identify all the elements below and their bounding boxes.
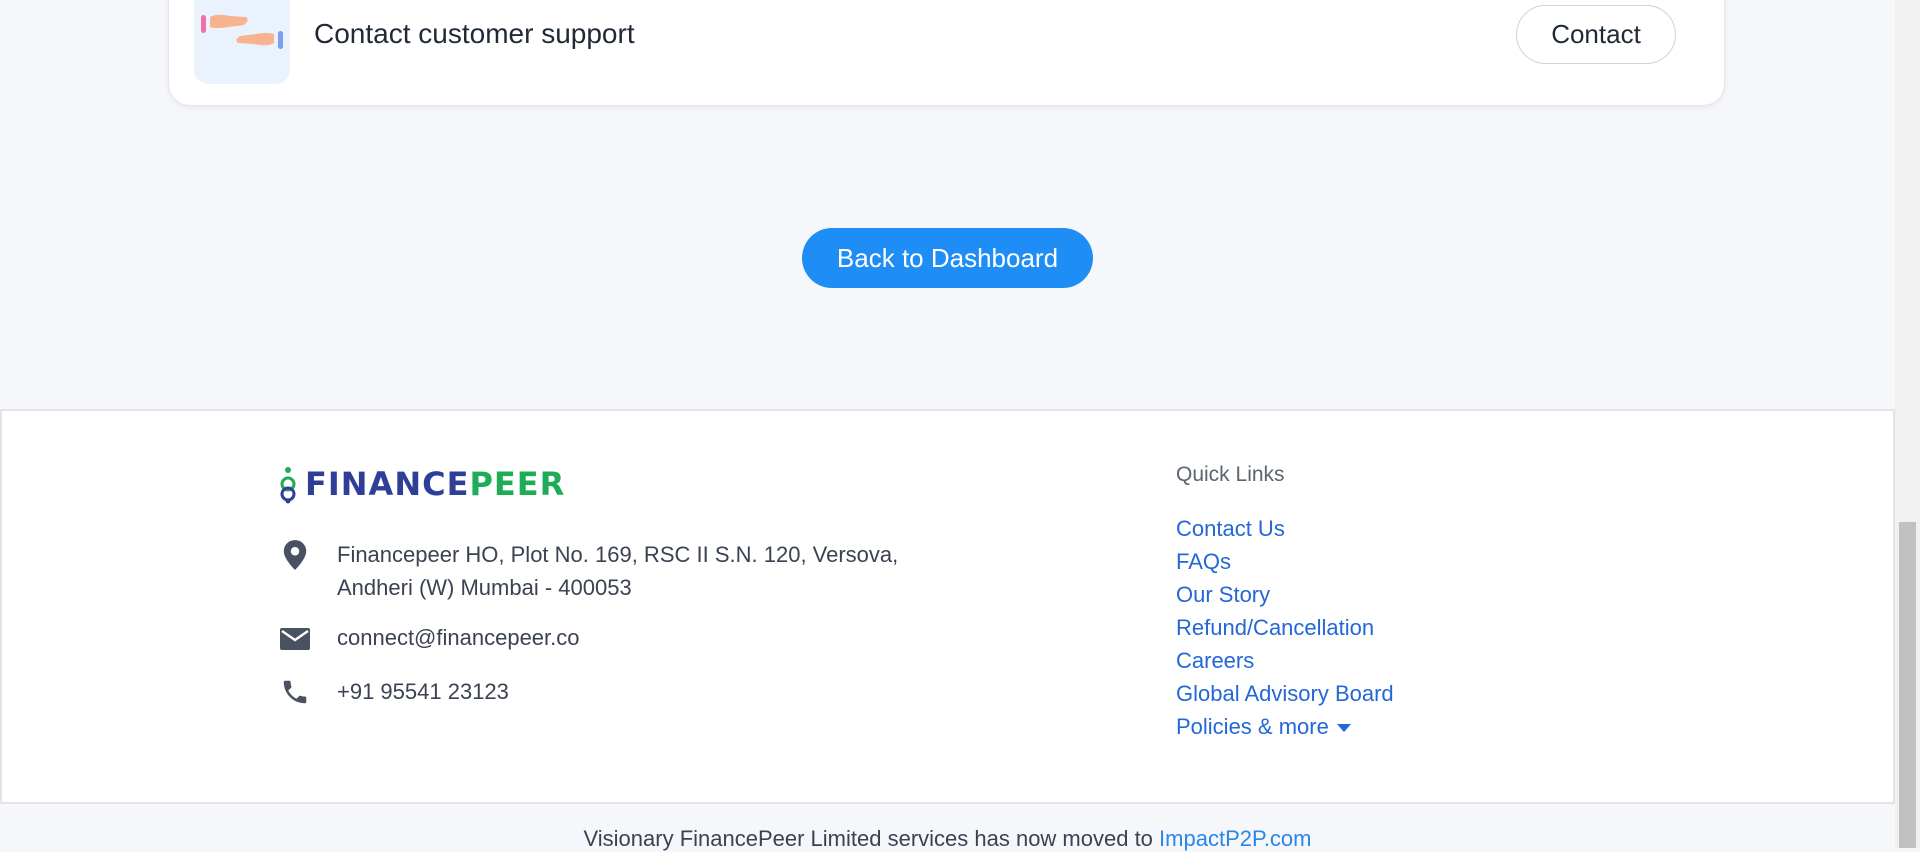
back-to-dashboard-button[interactable]: Back to Dashboard <box>802 228 1093 288</box>
phone-text[interactable]: +91 95541 23123 <box>337 675 509 708</box>
handshake-support-icon <box>194 0 290 84</box>
quick-link-refund-cancellation[interactable]: Refund/Cancellation <box>1176 615 1374 640</box>
notice-text: Visionary FinancePeer Limited services h… <box>583 826 1160 851</box>
email-row: connect@financepeer.co <box>280 621 580 655</box>
address-row: Financepeer HO, Plot No. 169, RSC II S.N… <box>280 538 898 604</box>
quick-links-list: Contact Us FAQs Our Story Refund/Cancell… <box>1176 512 1394 743</box>
logo-word-peer: PEER <box>469 465 566 503</box>
financepeer-logo[interactable]: FINANCEPEER <box>277 464 565 504</box>
support-title: Contact customer support <box>314 18 635 49</box>
migration-notice: Visionary FinancePeer Limited services h… <box>0 826 1895 852</box>
quick-link-item: Policies & more <box>1176 710 1394 743</box>
address-line-2: Andheri (W) Mumbai - 400053 <box>337 575 632 600</box>
footer: FINANCEPEER Financepeer HO, Plot No. 169… <box>0 409 1895 804</box>
quick-link-item: Global Advisory Board <box>1176 677 1394 710</box>
quick-link-faqs[interactable]: FAQs <box>1176 549 1231 574</box>
impactp2p-link[interactable]: ImpactP2P.com <box>1159 826 1311 851</box>
phone-row: +91 95541 23123 <box>280 675 509 709</box>
quick-link-global-advisory-board[interactable]: Global Advisory Board <box>1176 681 1394 706</box>
quick-link-careers[interactable]: Careers <box>1176 648 1254 673</box>
quick-link-item: FAQs <box>1176 545 1394 578</box>
quick-link-item: Our Story <box>1176 578 1394 611</box>
scrollbar-thumb[interactable] <box>1899 522 1916 848</box>
quick-link-item: Refund/Cancellation <box>1176 611 1394 644</box>
address-line-1: Financepeer HO, Plot No. 169, RSC II S.N… <box>337 542 899 567</box>
quick-link-policies-more[interactable]: Policies & more <box>1176 714 1351 739</box>
quick-link-our-story[interactable]: Our Story <box>1176 582 1270 607</box>
quick-link-contact-us[interactable]: Contact Us <box>1176 516 1285 541</box>
quick-link-item: Careers <box>1176 644 1394 677</box>
quick-links-title: Quick Links <box>1176 463 1285 486</box>
email-text[interactable]: connect@financepeer.co <box>337 621 580 654</box>
policies-label: Policies & more <box>1176 714 1329 739</box>
caret-down-icon <box>1336 724 1351 733</box>
mail-icon <box>280 621 310 655</box>
support-card: Contact customer support Contact <box>168 0 1725 106</box>
scrollbar[interactable] <box>1895 0 1920 848</box>
address-text: Financepeer HO, Plot No. 169, RSC II S.N… <box>337 538 898 604</box>
logo-wordmark: FINANCEPEER <box>305 465 565 503</box>
logo-word-finance: FINANCE <box>305 465 470 503</box>
contact-button[interactable]: Contact <box>1516 5 1676 64</box>
location-pin-icon <box>280 538 310 572</box>
phone-icon <box>280 675 310 709</box>
logo-mark-icon <box>280 467 296 504</box>
quick-link-item: Contact Us <box>1176 512 1394 545</box>
